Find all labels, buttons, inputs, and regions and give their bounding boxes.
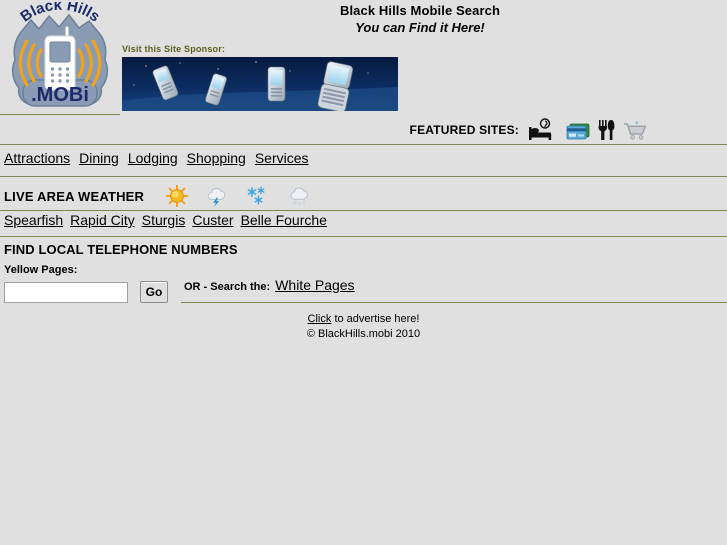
snow-icon[interactable]: [246, 185, 270, 207]
logo-mobi-text: .MOBi: [31, 84, 89, 106]
rain-cloud-icon[interactable]: [287, 185, 313, 207]
shopping-cart-icon[interactable]: [623, 118, 649, 142]
svg-text:Black Hills: Black Hills: [17, 2, 103, 26]
site-logo[interactable]: Black Hills .MOBi: [5, 2, 115, 114]
white-pages-block: OR - Search the: White Pages: [184, 277, 355, 293]
weather-title: LIVE AREA WEATHER: [4, 188, 145, 204]
sun-icon[interactable]: [165, 184, 189, 208]
advertise-text: to advertise here!: [331, 313, 420, 325]
city-link-custer[interactable]: Custer: [192, 212, 233, 228]
logo-arc-text: Black Hills: [17, 2, 103, 26]
sponsor-label: Visit this Site Sponsor:: [122, 44, 226, 54]
nav-item-dining[interactable]: Dining: [79, 150, 119, 166]
page-tagline: You can Find it Here!: [355, 20, 485, 35]
city-link-spearfish[interactable]: Spearfish: [4, 212, 63, 228]
thunderstorm-icon[interactable]: [205, 185, 229, 207]
credit-cards-icon[interactable]: [561, 118, 591, 142]
page-footer: Click to advertise here! © BlackHills.mo…: [0, 312, 727, 341]
search-divider: [181, 302, 727, 303]
page-title: Black Hills Mobile Search: [339, 3, 500, 18]
page-header: Black Hills .MOBi Black Hills Mobile Sea…: [0, 0, 727, 120]
copyright: © BlackHills.mobi 2010: [306, 328, 421, 340]
advertise-line: Click to advertise here!: [0, 312, 727, 326]
nav-item-services[interactable]: Services: [255, 150, 309, 166]
cities-divider: [0, 236, 727, 237]
go-button[interactable]: Go: [140, 281, 168, 303]
main-nav: Attractions Dining Lodging Shopping Services: [0, 150, 727, 168]
phone-section-title: FIND LOCAL TELEPHONE NUMBERS: [4, 242, 238, 257]
city-links: Spearfish Rapid City Sturgis Custer Belle Fo…: [0, 212, 727, 230]
city-link-sturgis[interactable]: Sturgis: [142, 212, 186, 228]
logo-divider: [0, 114, 120, 115]
or-search-label: OR - Search the:: [184, 281, 271, 293]
sponsor-block: Visit this Site Sponsor:: [122, 44, 398, 111]
sponsor-banner[interactable]: [122, 57, 398, 111]
weather-divider: [0, 210, 727, 211]
bed-icon[interactable]: [527, 118, 555, 142]
city-link-belle-fourche[interactable]: Belle Fourche: [241, 212, 327, 228]
yellow-pages-label: Yellow Pages:: [4, 264, 78, 276]
city-link-rapid-city[interactable]: Rapid City: [70, 212, 135, 228]
advertise-link[interactable]: Click: [308, 313, 332, 325]
fork-knife-icon[interactable]: [597, 118, 617, 142]
page-title-block: Black Hills Mobile Search You can Find i…: [300, 2, 540, 36]
nav-item-shopping[interactable]: Shopping: [187, 150, 246, 166]
yellow-pages-search-input[interactable]: [4, 282, 128, 303]
page-root: Black Hills .MOBi Black Hills Mobile Sea…: [0, 0, 727, 545]
weather-icon-group: [165, 184, 313, 208]
nav-item-lodging[interactable]: Lodging: [128, 150, 178, 166]
white-pages-link[interactable]: White Pages: [275, 277, 354, 293]
featured-sites-label: FEATURED SITES:: [409, 123, 519, 137]
header-divider: [0, 144, 727, 145]
nav-divider: [0, 176, 727, 177]
weather-section: LIVE AREA WEATHER: [0, 182, 727, 210]
nav-item-attractions[interactable]: Attractions: [4, 150, 70, 166]
featured-sites: FEATURED SITES:: [410, 118, 649, 142]
